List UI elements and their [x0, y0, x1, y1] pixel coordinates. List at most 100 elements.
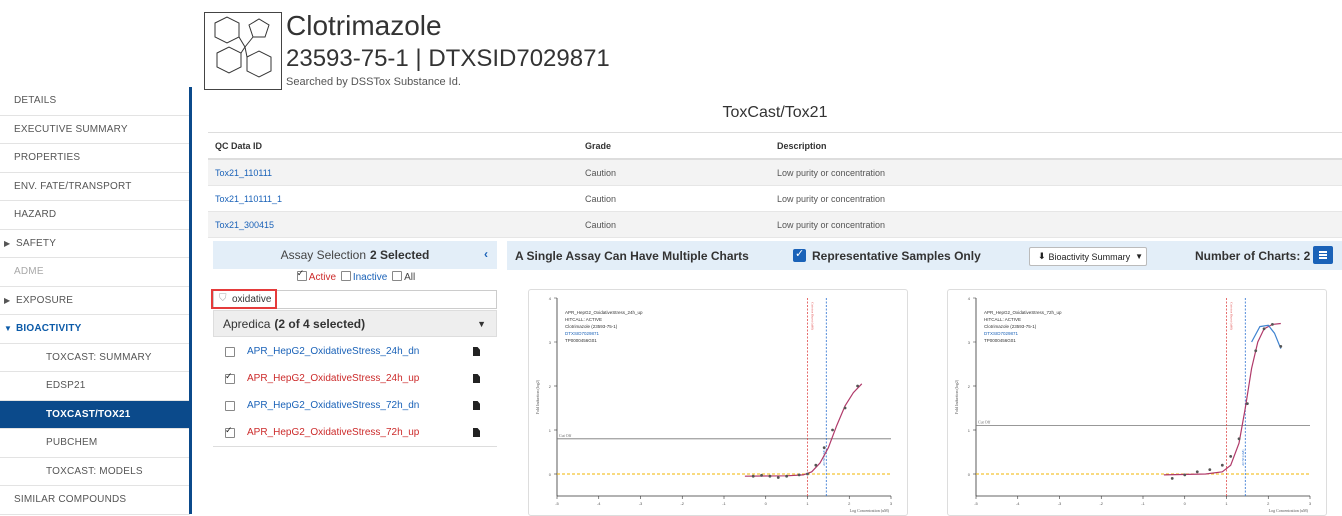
- column-header[interactable]: Description: [770, 132, 1342, 160]
- description-cell: Low purity or concentration: [770, 185, 1342, 212]
- fit-curve: [1163, 322, 1281, 476]
- data-point: [797, 473, 801, 477]
- ac50-label: AC50 (uM): [1241, 449, 1245, 466]
- grade-cell: Caution: [578, 185, 770, 212]
- compound-name: Clotrimazole: [286, 10, 442, 41]
- sidebar-item-properties[interactable]: PROPERTIES: [0, 144, 190, 173]
- sidebar-item-edsp21[interactable]: EDSP21: [0, 372, 190, 401]
- all-checkbox[interactable]: [392, 271, 403, 281]
- representative-samples-toggle[interactable]: Representative Samples Only: [793, 247, 981, 263]
- x-tick-label: 3: [1309, 501, 1312, 506]
- data-point: [1208, 468, 1212, 471]
- fit-curve-alt: [1251, 324, 1282, 349]
- data-point: [1220, 463, 1224, 467]
- active-filter-label[interactable]: Active: [309, 272, 336, 283]
- data-point: [1245, 402, 1249, 405]
- sidebar-item-env-fate[interactable]: ENV. FATE/TRANSPORT: [0, 173, 190, 201]
- assay-group-dropdown[interactable]: Apredica (2 of 4 selected) ▼: [213, 310, 497, 337]
- sidebar-item-executive-summary[interactable]: EXECUTIVE SUMMARY: [0, 116, 190, 144]
- data-point: [751, 474, 755, 478]
- data-point: [806, 472, 809, 476]
- sidebar-item-toxcast-models[interactable]: TOXCAST: MODELS: [0, 458, 190, 486]
- y-tick-label: 0: [968, 472, 971, 477]
- bioactivity-summary-button[interactable]: ⬇ Bioactivity Summary ▼: [1029, 247, 1147, 266]
- sidebar-item-bioactivity[interactable]: ▼ BIOACTIVITY: [0, 315, 190, 344]
- data-point: [856, 384, 859, 388]
- sidebar-item-hazard[interactable]: HAZARD: [0, 201, 190, 230]
- sidebar-item-toxcast-tox21[interactable]: TOXCAST/TOX21: [0, 400, 190, 429]
- assay-list: APR_HepG2_OxidativeStress_24h_dn APR_Hep…: [213, 338, 497, 446]
- chart-info-text: HITCALL: ACTIVE: [984, 317, 1021, 322]
- x-tick-label: -3: [1058, 501, 1062, 506]
- assay-checkbox[interactable]: [225, 425, 235, 438]
- document-icon[interactable]: [473, 347, 480, 356]
- assay-search-input[interactable]: ⛉ oxidative: [211, 289, 497, 309]
- caret-right-icon: ▶: [4, 238, 11, 248]
- list-item[interactable]: APR_HepG2_OxidativeStress_24h_up: [213, 365, 497, 392]
- sidebar-divider: [189, 87, 192, 514]
- y-tick-label: 2: [549, 384, 552, 389]
- chart-info-text: DTXSID7029871: [565, 331, 600, 336]
- chart-info-text: Clotrimazole (23593-75-1): [565, 324, 618, 329]
- cytotox-label: Cytotox Burst (uM): [811, 302, 815, 331]
- table-header-row: QC Data ID Grade Description: [208, 132, 1342, 160]
- sidebar-item-toxcast-summary[interactable]: TOXCAST: SUMMARY: [0, 344, 190, 372]
- document-icon[interactable]: [473, 401, 480, 410]
- column-header[interactable]: Grade: [578, 132, 770, 160]
- cutoff-label: Cut Off: [978, 420, 991, 425]
- representative-samples-label[interactable]: Representative Samples Only: [812, 249, 981, 263]
- sidebar-item-similar-compounds[interactable]: SIMILAR COMPOUNDS: [0, 486, 190, 515]
- assay-label[interactable]: APR_HepG2_OxidativeStress_72h_up: [247, 427, 419, 438]
- x-tick-label: -2: [680, 501, 684, 506]
- assay-selected-count: 2 Selected: [370, 248, 430, 262]
- assay-label[interactable]: APR_HepG2_OxidativeStress_72h_dn: [247, 400, 419, 411]
- x-tick-label: 1: [1225, 501, 1228, 506]
- sidebar-item-exposure[interactable]: ▶ EXPOSURE: [0, 287, 190, 315]
- assay-checkbox[interactable]: [225, 346, 235, 357]
- list-item[interactable]: APR_HepG2_OxidativeStress_72h_up: [213, 419, 497, 446]
- table-row: Tox21_110111 Caution Low purity or conce…: [208, 159, 1342, 186]
- document-icon[interactable]: [473, 374, 480, 383]
- sidebar-item-adme[interactable]: ADME: [0, 258, 190, 287]
- list-item[interactable]: APR_HepG2_OxidativeStress_24h_dn: [213, 338, 497, 365]
- qc-id-link[interactable]: Tox21_110111: [208, 159, 578, 186]
- y-axis-label: Fold Induction (log2): [954, 379, 959, 414]
- data-point: [1183, 473, 1187, 477]
- caret-down-icon: ▼: [4, 324, 13, 334]
- inactive-filter-label[interactable]: Inactive: [353, 272, 387, 283]
- x-tick-label: -1: [722, 501, 726, 506]
- x-axis-label: Log Concentration (uM): [850, 508, 890, 513]
- list-item[interactable]: APR_HepG2_OxidativeStress_72h_dn: [213, 392, 497, 419]
- dose-response-chart[interactable]: 0 1 2 3 4 -5 -4 -3 -2 -1 0 1 2 3 Fold Induction (log2)…: [528, 289, 908, 516]
- search-method-note: Searched by DSSTox Substance Id.: [286, 76, 461, 88]
- dose-response-chart[interactable]: 0 1 2 3 4 -5 -4 -3 -2 -1 0 1 2 3 Fold Induction (log2)…: [947, 289, 1327, 516]
- chart-toolbar-title: A Single Assay Can Have Multiple Charts: [515, 249, 749, 263]
- qc-id-link[interactable]: Tox21_110111_1: [208, 185, 578, 212]
- data-point: [831, 428, 834, 432]
- active-checkbox[interactable]: [296, 268, 307, 281]
- data-point: [776, 476, 780, 479]
- caret-down-icon: ▼: [1135, 252, 1143, 261]
- sidebar-item-details[interactable]: DETAILS: [0, 87, 190, 116]
- table-row: Tox21_300415 Caution Low purity or conce…: [208, 211, 1342, 238]
- assay-checkbox[interactable]: [225, 371, 235, 384]
- sidebar-item-pubchem[interactable]: PUBCHEM: [0, 429, 190, 458]
- all-filter-label[interactable]: All: [404, 272, 415, 283]
- collapse-panel-icon[interactable]: ‹: [484, 247, 488, 261]
- assay-label[interactable]: APR_HepG2_OxidativeStress_24h_dn: [247, 346, 419, 357]
- x-tick-label: -4: [597, 501, 601, 506]
- inactive-checkbox[interactable]: [340, 271, 351, 281]
- data-point: [1279, 345, 1283, 348]
- column-header[interactable]: QC Data ID: [208, 132, 578, 160]
- x-tick-label: -5: [974, 501, 978, 506]
- list-view-button[interactable]: [1313, 246, 1333, 264]
- qc-id-link[interactable]: Tox21_300415: [208, 211, 578, 238]
- y-tick-label: 4: [968, 296, 971, 301]
- checkbox-checked-icon[interactable]: [793, 247, 806, 262]
- chart-info-text: TP0000456G01: [984, 338, 1016, 343]
- document-icon[interactable]: [473, 428, 480, 437]
- data-point: [1262, 327, 1266, 331]
- assay-label[interactable]: APR_HepG2_OxidativeStress_24h_up: [247, 373, 419, 384]
- sidebar-item-safety[interactable]: ▶ SAFETY: [0, 230, 190, 258]
- assay-checkbox[interactable]: [225, 400, 235, 411]
